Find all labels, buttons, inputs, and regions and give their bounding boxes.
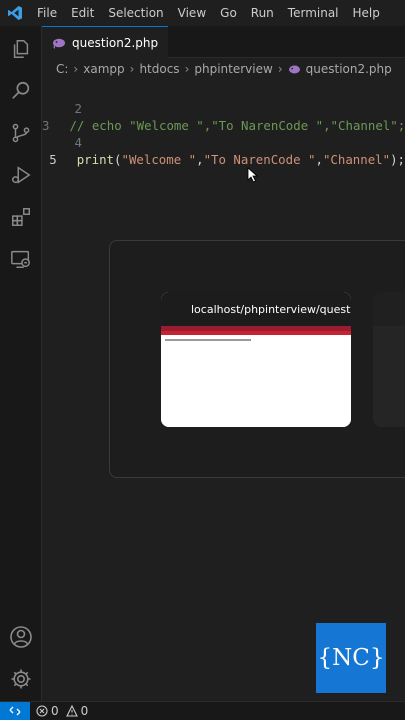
account-icon[interactable] bbox=[8, 624, 34, 650]
code-line[interactable]: 4 bbox=[42, 134, 405, 151]
window-thumbnail-title bbox=[373, 292, 405, 326]
code-token: , bbox=[196, 152, 204, 167]
code-line[interactable]: 5 print("Welcome ","To NarenCode ","Chann… bbox=[42, 151, 405, 168]
code-token: print bbox=[76, 152, 115, 167]
search-icon[interactable] bbox=[8, 78, 34, 104]
code-token: "Welcome " bbox=[121, 152, 197, 167]
chevron-right-icon: › bbox=[73, 62, 79, 76]
window-thumbnail-preview bbox=[161, 326, 351, 427]
remote-explorer-icon[interactable] bbox=[8, 246, 34, 272]
manage-gear-icon[interactable] bbox=[8, 666, 34, 692]
menu-help[interactable]: Help bbox=[346, 6, 387, 20]
code-token: ); bbox=[390, 152, 405, 167]
chevron-right-icon: › bbox=[129, 62, 135, 76]
chevron-right-icon: › bbox=[184, 62, 190, 76]
source-control-icon[interactable] bbox=[8, 120, 34, 146]
title-bar: File Edit Selection View Go Run Terminal… bbox=[0, 0, 405, 26]
menu-view[interactable]: View bbox=[171, 6, 213, 20]
code-text: // echo "Welcome ","To NarenCode ","Chan… bbox=[49, 117, 405, 134]
code-line[interactable]: 3 // echo "Welcome ","To NarenCode ","Cha… bbox=[42, 117, 405, 134]
error-icon bbox=[36, 705, 48, 717]
code-line[interactable]: 2 bbox=[42, 100, 405, 117]
channel-logo: {NC} bbox=[316, 623, 386, 693]
code-token: // echo "Welcome ","To NarenCode ","Chan… bbox=[69, 118, 405, 133]
line-number: 4 bbox=[74, 135, 82, 150]
breadcrumb-item[interactable]: phpinterview bbox=[194, 62, 272, 76]
menu-bar: File Edit Selection View Go Run Terminal… bbox=[30, 6, 387, 20]
menu-file[interactable]: File bbox=[30, 6, 64, 20]
remote-indicator-icon[interactable] bbox=[0, 701, 30, 720]
vscode-logo-icon[interactable] bbox=[0, 0, 30, 26]
warning-count: 0 bbox=[80, 704, 89, 718]
code-token: , bbox=[315, 152, 323, 167]
php-elephant-icon bbox=[288, 65, 300, 73]
code-token: "To NarenCode " bbox=[203, 152, 316, 167]
problems-indicator[interactable]: 0 0 bbox=[30, 704, 88, 718]
mouse-pointer-icon bbox=[247, 167, 259, 183]
window-thumbnail-preview bbox=[373, 326, 405, 427]
activity-bar bbox=[0, 26, 42, 701]
breadcrumb-item[interactable]: question2.php bbox=[306, 62, 392, 76]
menu-edit[interactable]: Edit bbox=[64, 6, 101, 20]
line-number: 5 bbox=[49, 152, 57, 167]
status-bar: 0 0 bbox=[0, 701, 405, 720]
chevron-right-icon: › bbox=[277, 62, 283, 76]
window-thumbnail-next[interactable] bbox=[373, 292, 405, 427]
line-number: 2 bbox=[74, 101, 82, 116]
php-elephant-icon bbox=[53, 38, 65, 49]
browser-preview-text bbox=[165, 339, 251, 341]
line-number: 3 bbox=[42, 118, 50, 133]
run-debug-icon[interactable] bbox=[8, 162, 34, 188]
code-token: "Channel" bbox=[322, 152, 391, 167]
breadcrumb-item[interactable]: C: bbox=[56, 62, 68, 76]
menu-run[interactable]: Run bbox=[244, 6, 281, 20]
window-thumbnail-browser[interactable]: localhost/phpinterview/quest... bbox=[161, 292, 351, 427]
breadcrumb-item[interactable]: htdocs bbox=[139, 62, 179, 76]
breadcrumb: C: › xampp › htdocs › phpinterview › que… bbox=[42, 58, 405, 80]
warning-icon bbox=[65, 705, 78, 717]
tab-bar: question2.php bbox=[42, 26, 405, 58]
menu-selection[interactable]: Selection bbox=[101, 6, 170, 20]
menu-go[interactable]: Go bbox=[213, 6, 244, 20]
breadcrumb-item[interactable]: xampp bbox=[83, 62, 124, 76]
extensions-icon[interactable] bbox=[8, 204, 34, 230]
menu-terminal[interactable]: Terminal bbox=[281, 6, 346, 20]
error-count: 0 bbox=[51, 704, 59, 718]
tab-label: question2.php bbox=[72, 35, 159, 50]
explorer-icon[interactable] bbox=[8, 36, 34, 62]
tab-question2-php[interactable]: question2.php bbox=[42, 26, 169, 58]
browser-preview-bar bbox=[161, 331, 351, 335]
window-thumbnail-title: localhost/phpinterview/quest... bbox=[161, 292, 351, 326]
code-text: print("Welcome ","To NarenCode ","Channe… bbox=[57, 151, 405, 168]
code-editor[interactable]: 2 3 // echo "Welcome ","To NarenCode ","Ch… bbox=[42, 100, 405, 168]
